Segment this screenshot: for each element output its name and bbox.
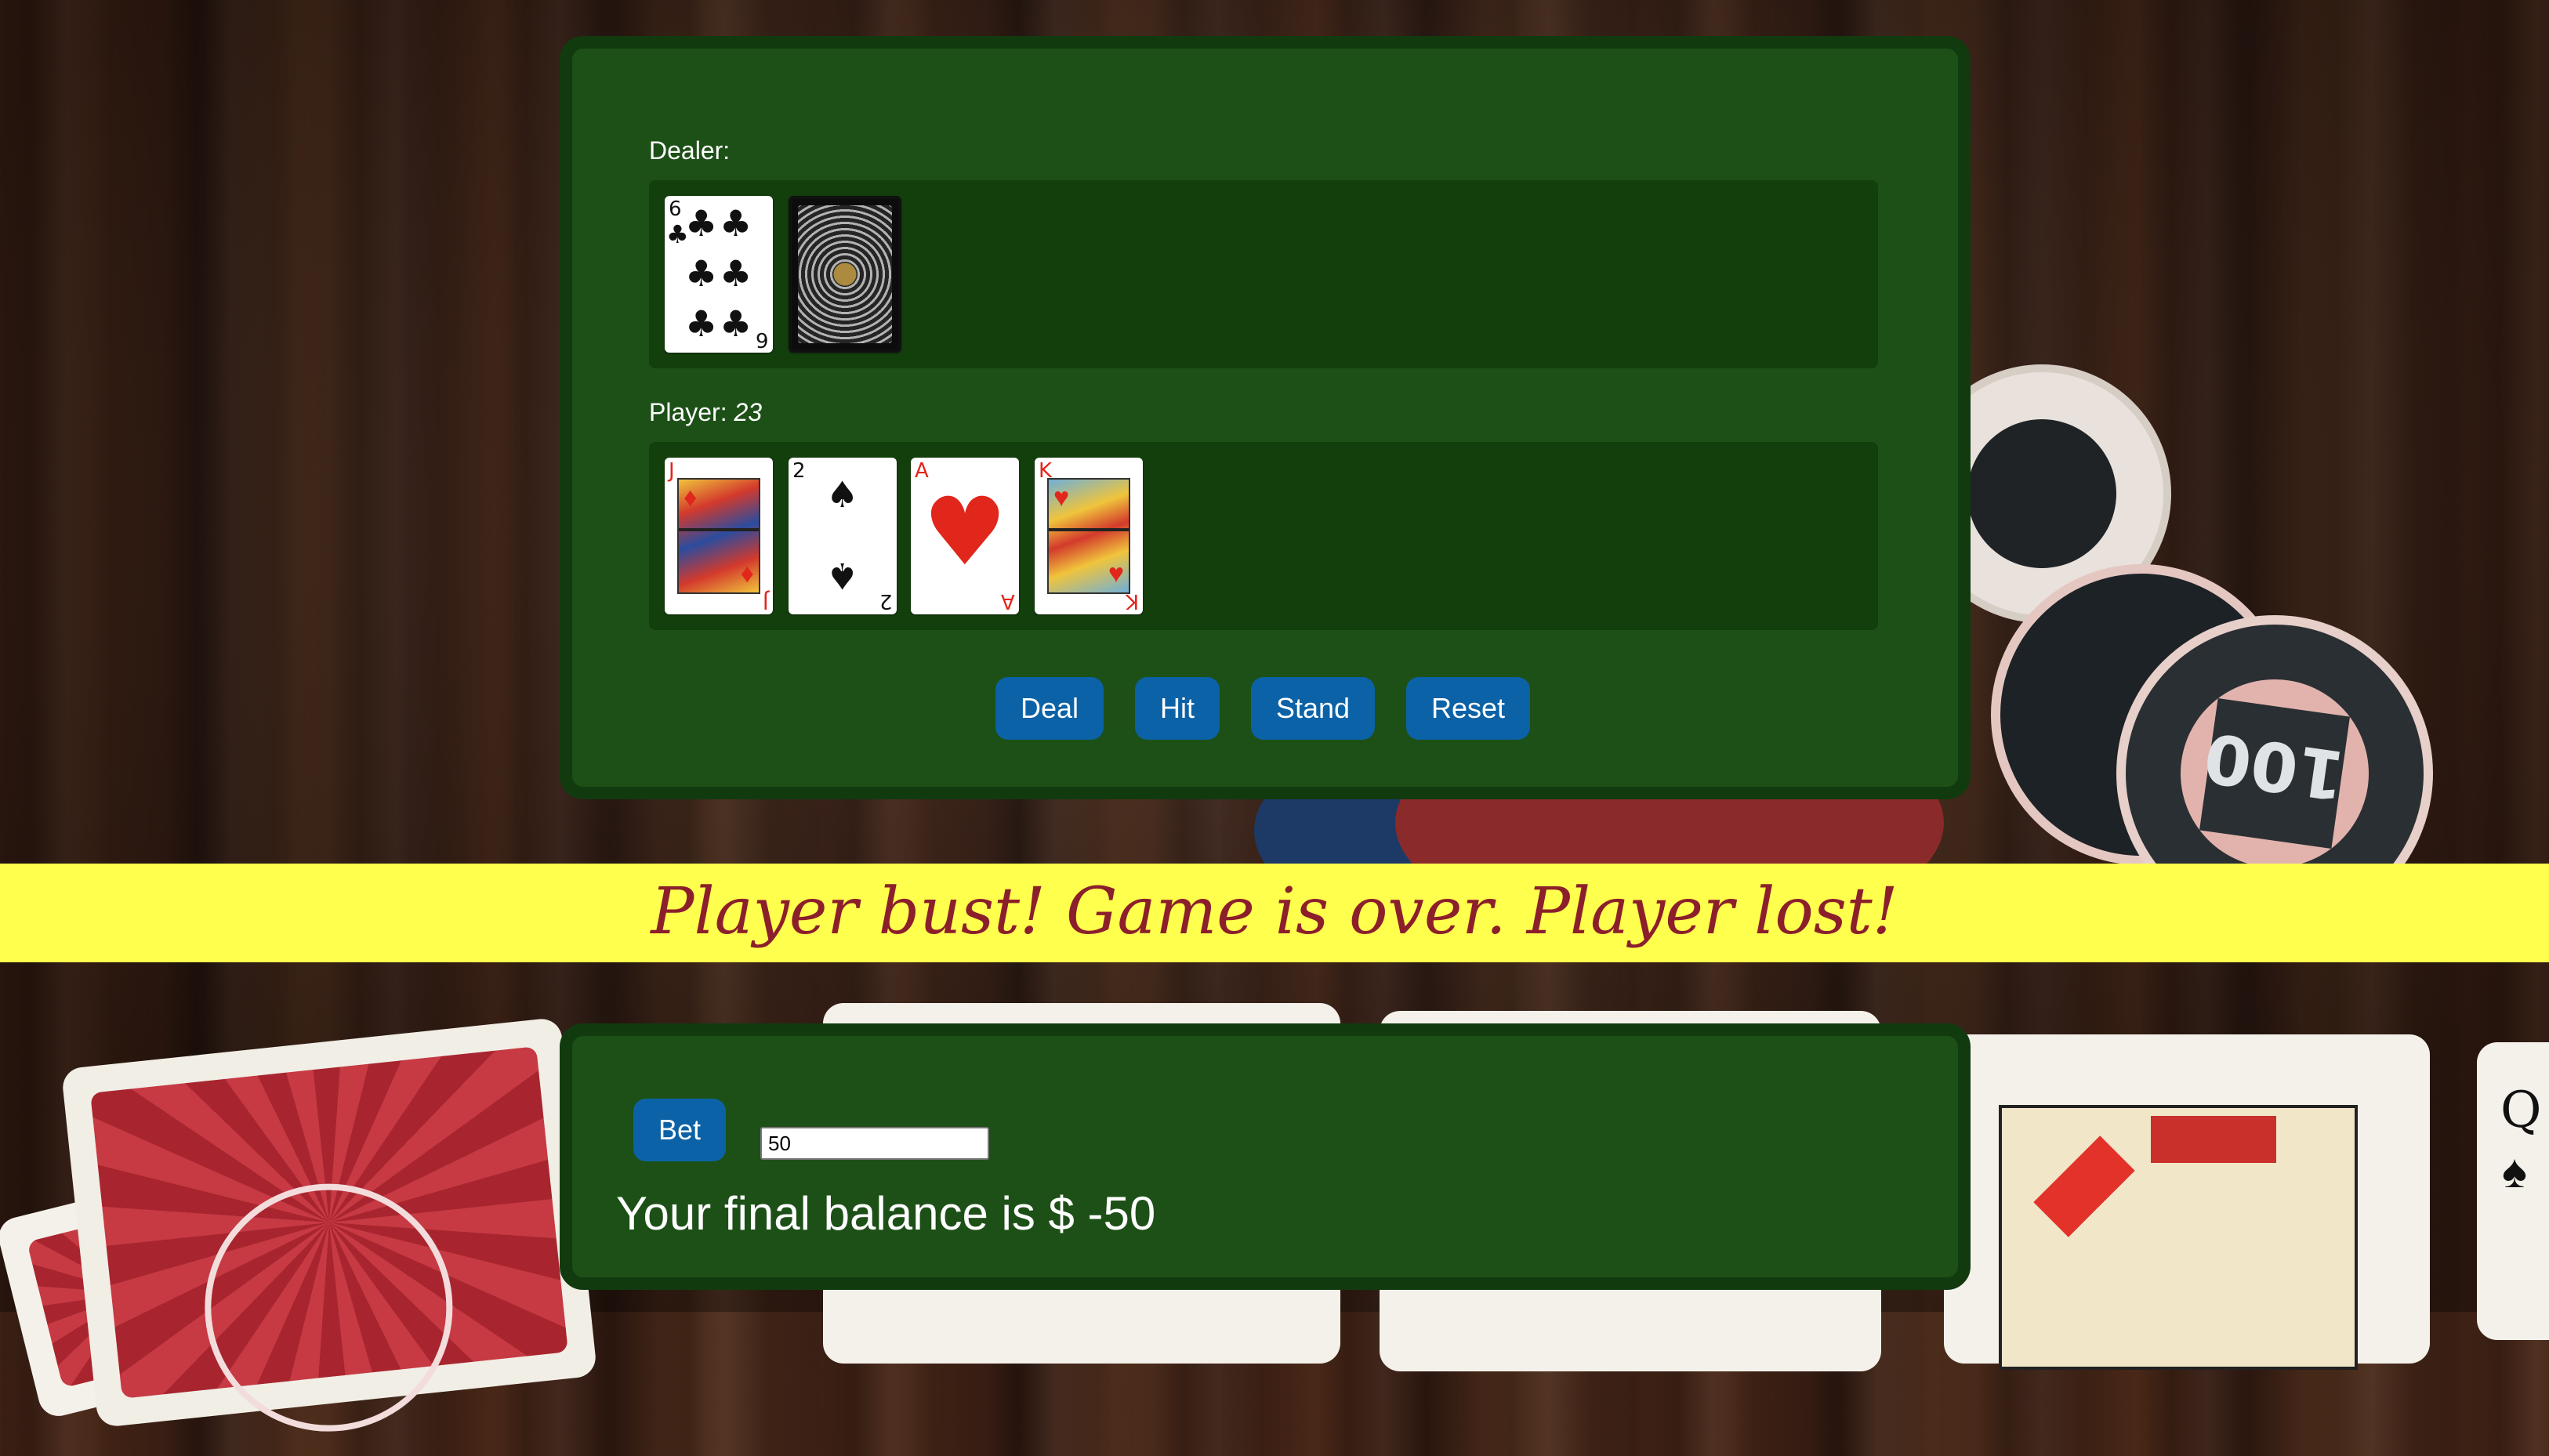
- background-jack-card: J: [1944, 1034, 2430, 1370]
- jack-face-art: ♦ ♦: [677, 478, 760, 594]
- heart-icon: ♥: [1053, 483, 1070, 512]
- spade-icon: ♠: [826, 473, 859, 516]
- bet-button[interactable]: Bet: [633, 1099, 726, 1161]
- background-queen-card: Q ♠: [2477, 1042, 2549, 1340]
- spade-icon: ♠: [826, 555, 859, 597]
- player-label-text: Player:: [649, 398, 727, 426]
- card-rank: J: [763, 589, 769, 613]
- card-rank: 2: [879, 589, 893, 613]
- card-rank: A: [1001, 589, 1015, 613]
- stand-button[interactable]: Stand: [1251, 677, 1375, 740]
- final-balance-text: Your final balance is $ -50: [616, 1187, 1156, 1240]
- clubs-icon: ♣: [720, 202, 752, 244]
- diamond-icon: ♦: [683, 483, 698, 512]
- player-card-ace-hearts: A ♥ A: [911, 458, 1019, 614]
- bet-panel: Bet Your final balance is $ -50: [560, 1023, 1971, 1290]
- dealer-card-6-clubs: 6 ♣ ♣ ♣ ♣ ♣ ♣ ♣ 6: [665, 196, 773, 353]
- dealer-card-face-down: [789, 196, 901, 353]
- player-score: 23: [734, 398, 763, 426]
- dealer-hand: 6 ♣ ♣ ♣ ♣ ♣ ♣ ♣ 6: [649, 180, 1878, 368]
- clubs-icon: ♣: [685, 302, 718, 345]
- card-rank: K: [1125, 589, 1139, 613]
- diamond-icon: ♦: [740, 559, 754, 589]
- player-card-king-hearts: K ♥ ♥ K: [1035, 458, 1143, 614]
- king-face-art: ♥ ♥: [1047, 478, 1130, 594]
- card-rank: J: [669, 459, 675, 483]
- result-message: Player bust! Game is over. Player lost!: [651, 875, 1898, 949]
- result-banner: Player bust! Game is over. Player lost!: [0, 864, 2549, 962]
- card-rank: 2: [792, 459, 806, 483]
- deal-button[interactable]: Deal: [995, 677, 1104, 740]
- player-label: Player: 23: [649, 398, 762, 427]
- background-card-back: [60, 1016, 598, 1444]
- player-card-2-spades: 2 ♠ ♠ 2: [789, 458, 897, 614]
- action-buttons: Deal Hit Stand Reset: [572, 677, 1958, 740]
- bet-amount-input[interactable]: [760, 1127, 989, 1160]
- reset-button[interactable]: Reset: [1406, 677, 1530, 740]
- clubs-icon: ♣: [720, 252, 752, 295]
- card-rank: 6: [756, 328, 769, 351]
- heart-icon: ♥: [923, 478, 1007, 587]
- dealer-label: Dealer:: [649, 136, 731, 165]
- clubs-icon: ♣: [685, 202, 718, 244]
- heart-icon: ♥: [1108, 559, 1124, 589]
- clubs-icon: ♣: [720, 302, 752, 345]
- player-card-jack-diamonds: J ♦ ♦ J: [665, 458, 773, 614]
- clubs-icon: ♣: [685, 252, 718, 295]
- hit-button[interactable]: Hit: [1135, 677, 1220, 740]
- game-panel: Dealer: 6 ♣ ♣ ♣ ♣ ♣ ♣ ♣ 6 Player: 23 J ♦…: [560, 36, 1971, 799]
- player-hand: J ♦ ♦ J 2 ♠ ♠ 2 A ♥ A K ♥ ♥ K: [649, 442, 1878, 630]
